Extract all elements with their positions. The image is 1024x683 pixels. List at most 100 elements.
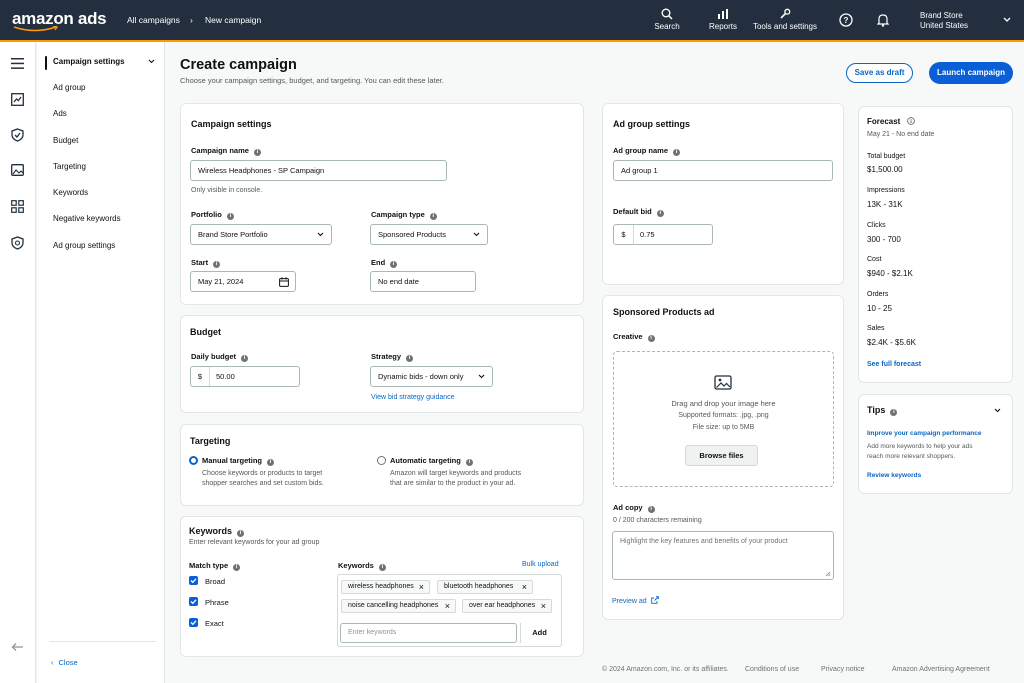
image-icon[interactable]	[11, 164, 24, 176]
advertising-agreement-link[interactable]: Amazon Advertising Agreement	[892, 666, 990, 673]
info-icon[interactable]: i	[647, 335, 655, 342]
close-icon[interactable]: ×	[419, 581, 424, 593]
info-icon[interactable]: i	[233, 564, 241, 571]
preview-ad-link[interactable]: Preview ad	[612, 596, 659, 605]
info-icon[interactable]: i	[226, 213, 234, 220]
automatic-targeting-radio[interactable]	[377, 456, 386, 465]
search-button[interactable]: Search	[650, 8, 684, 31]
review-keywords-link[interactable]: Review keywords	[867, 472, 921, 479]
info-icon[interactable]: i	[647, 506, 655, 513]
campaign-name-label: Campaign name i	[191, 146, 261, 156]
info-icon[interactable]: i	[241, 355, 249, 362]
info-icon[interactable]: i	[390, 261, 398, 268]
info-icon[interactable]: i	[673, 149, 681, 156]
save-draft-button[interactable]: Save as draft	[846, 63, 913, 83]
campaign-type-select[interactable]: Sponsored Products	[370, 224, 488, 245]
bid-strategy-guidance-link[interactable]: View bid strategy guidance	[371, 394, 455, 401]
breadcrumb-separator: ›	[190, 15, 193, 25]
ad-copy-label: Ad copy i	[613, 503, 655, 513]
strategy-select[interactable]: Dynamic bids - down only	[370, 366, 493, 387]
ad-group-name-input[interactable]: Ad group 1	[613, 160, 833, 181]
phrase-label: Phrase	[205, 598, 229, 607]
portfolio-select[interactable]: Brand Store Portfolio	[190, 224, 332, 245]
shield-check-icon[interactable]	[11, 128, 24, 142]
forecast-metric-label: Total budget	[867, 153, 906, 160]
nav-item-ads[interactable]: Ads	[53, 109, 67, 118]
tips-heading[interactable]: Improve your campaign performance	[867, 430, 982, 437]
bell-icon[interactable]	[877, 13, 889, 27]
end-date-input[interactable]: No end date	[370, 271, 476, 292]
tools-and-settings-button[interactable]: Tools and settings	[750, 8, 820, 31]
keyword-chip: wireless headphones ×	[341, 580, 430, 594]
info-icon[interactable]: i	[465, 459, 473, 466]
bar-chart-icon	[718, 9, 728, 19]
info-icon[interactable]: i	[267, 459, 275, 466]
start-date-value: May 21, 2024	[198, 277, 244, 286]
phrase-checkbox[interactable]	[189, 597, 198, 606]
info-icon[interactable]: i	[429, 213, 437, 220]
daily-budget-input[interactable]: $50.00	[190, 366, 300, 387]
campaign-name-input[interactable]: Wireless Headphones - SP Campaign	[190, 160, 447, 181]
launch-campaign-button[interactable]: Launch campaign	[929, 62, 1013, 84]
nav-item-ad-group-settings[interactable]: Ad group settings	[53, 241, 115, 250]
info-outline-icon[interactable]	[906, 117, 915, 125]
chevron-down-icon[interactable]	[1003, 17, 1011, 23]
close-icon[interactable]: ×	[522, 581, 527, 593]
menu-icon[interactable]	[11, 58, 24, 69]
calendar-icon[interactable]	[279, 277, 289, 287]
account-region: United States	[920, 21, 969, 30]
add-keyword-button[interactable]: Add	[520, 623, 558, 643]
creative-label: Creative i	[613, 332, 655, 342]
external-link-icon	[650, 596, 659, 604]
keywords-subtitle: Enter relevant keywords for your ad grou…	[189, 539, 320, 546]
tips-text-2: reach more relevant shoppers.	[867, 453, 956, 460]
nav-item-budget[interactable]: Budget	[53, 136, 78, 145]
conditions-of-use-link[interactable]: Conditions of use	[745, 666, 799, 673]
browse-files-button[interactable]: Browse files	[685, 445, 758, 466]
info-icon[interactable]: i	[378, 564, 386, 571]
exact-checkbox[interactable]	[189, 618, 198, 627]
nav-item-ad-group[interactable]: Ad group	[53, 83, 85, 92]
default-bid-input[interactable]: $0.75	[613, 224, 713, 245]
nav-item-negative-keywords[interactable]: Negative keywords	[53, 214, 121, 223]
budget-title: Budget	[190, 327, 221, 337]
account-name: Brand Store	[920, 11, 963, 20]
info-icon[interactable]: i	[406, 355, 414, 362]
checkmark-icon	[190, 578, 197, 584]
nav-item-targeting[interactable]: Targeting	[53, 162, 86, 171]
image-dropzone[interactable]	[613, 351, 834, 487]
privacy-notice-link[interactable]: Privacy notice	[821, 666, 865, 673]
nav-item-keywords[interactable]: Keywords	[53, 188, 88, 197]
see-full-forecast-link[interactable]: See full forecast	[867, 361, 921, 368]
info-icon[interactable]: i	[890, 409, 898, 416]
resize-handle-icon[interactable]	[825, 571, 831, 577]
keyword-input[interactable]: Enter keywords	[340, 623, 517, 643]
close-icon[interactable]: ×	[445, 600, 450, 612]
info-icon[interactable]: i	[237, 530, 245, 537]
collapse-arrow-icon[interactable]	[11, 642, 24, 652]
info-icon[interactable]: i	[656, 210, 664, 217]
keyword-chip: bluetooth headphones ×	[437, 580, 533, 594]
strategy-value: Dynamic bids - down only	[378, 372, 464, 381]
ad-copy-textarea[interactable]: Highlight the key features and benefits …	[612, 531, 834, 580]
start-date-input[interactable]: May 21, 2024	[190, 271, 296, 292]
manual-targeting-radio[interactable]	[189, 456, 198, 465]
info-icon[interactable]: i	[253, 149, 261, 156]
campaign-name-label-text: Campaign name	[191, 146, 249, 155]
nav-item-campaign-settings[interactable]: Campaign settings	[53, 57, 125, 66]
chevron-down-icon[interactable]	[148, 59, 155, 64]
chevron-down-icon[interactable]	[994, 408, 1001, 413]
info-icon[interactable]: i	[213, 261, 221, 268]
broad-checkbox[interactable]	[189, 576, 198, 585]
reports-button[interactable]: Reports	[704, 8, 742, 31]
breadcrumb-all-campaigns[interactable]: All campaigns	[127, 15, 180, 25]
close-nav-button[interactable]: ‹ Close	[51, 658, 78, 667]
close-icon[interactable]: ×	[541, 600, 546, 612]
shield-icon[interactable]	[11, 236, 24, 250]
help-icon[interactable]: ?	[839, 13, 853, 27]
account-switcher[interactable]: Brand Store United States	[920, 11, 968, 31]
grid-icon[interactable]	[11, 200, 24, 213]
line-chart-icon[interactable]	[11, 93, 24, 106]
chevron-down-icon	[473, 232, 480, 236]
bulk-upload-link[interactable]: Bulk upload	[522, 561, 559, 568]
